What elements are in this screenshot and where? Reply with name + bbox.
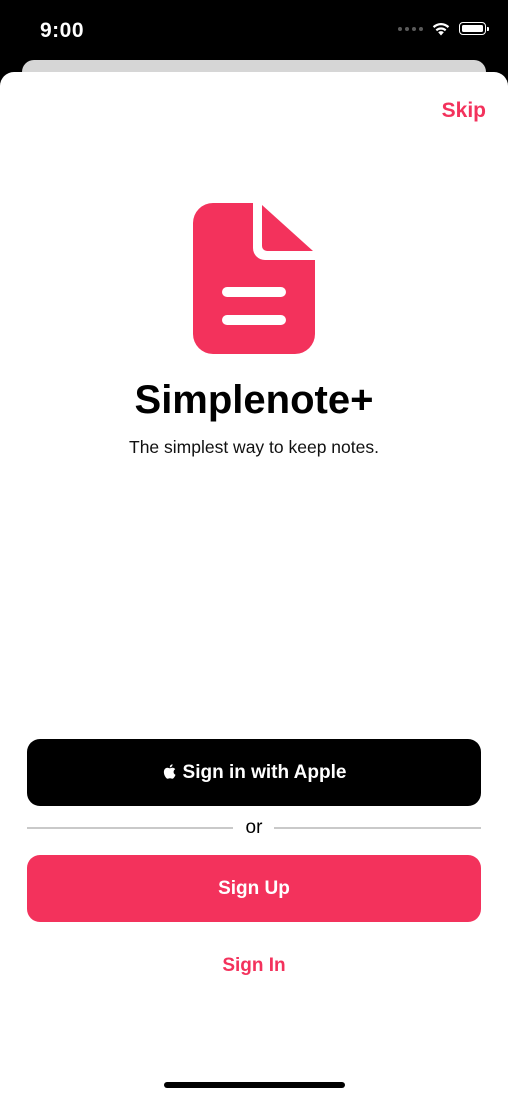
status-bar: 9:00 xyxy=(0,0,508,60)
sign-in-with-apple-button[interactable]: Sign in with Apple xyxy=(27,739,481,806)
app-tagline: The simplest way to keep notes. xyxy=(129,437,379,457)
apple-logo-icon xyxy=(163,763,176,779)
home-indicator[interactable] xyxy=(164,1082,345,1088)
sign-in-button[interactable]: Sign In xyxy=(0,955,508,977)
divider-right xyxy=(274,827,481,829)
sign-up-button[interactable]: Sign Up xyxy=(27,855,481,922)
sign-in-with-apple-label: Sign in with Apple xyxy=(182,761,347,783)
wifi-icon xyxy=(432,22,450,36)
app-title: Simplenote+ xyxy=(134,378,374,422)
sign-up-label: Sign Up xyxy=(218,877,290,899)
status-icons xyxy=(398,21,489,36)
skip-button[interactable]: Skip xyxy=(442,99,486,123)
status-time: 9:00 xyxy=(40,19,85,42)
document-icon xyxy=(193,203,315,354)
battery-icon xyxy=(459,22,489,35)
cellular-signal-icon xyxy=(398,26,423,31)
